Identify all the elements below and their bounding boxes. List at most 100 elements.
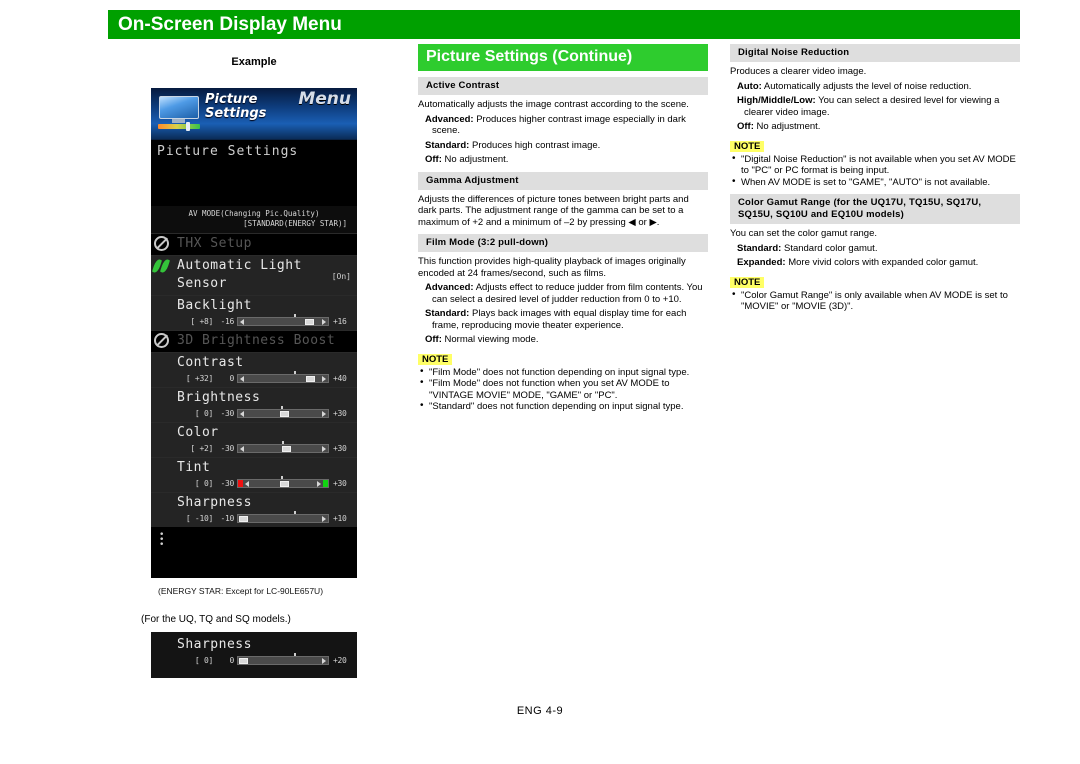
osd-small-row-sharpness[interactable]: Sharpness [ 0] 0 +20 [151,635,357,669]
slider-thumb[interactable] [280,411,290,417]
definition-term: High/Middle/Low: [737,95,816,106]
osd-blank-area [151,166,357,206]
slider-tick [281,406,284,409]
models-note: (For the UQ, TQ and SQ models.) [141,614,291,625]
slider-right-arrow-icon[interactable] [322,516,326,522]
slider-thumb[interactable] [304,319,314,325]
osd-row-label: Automatic Light Sensor [177,258,302,291]
slider-thumb[interactable] [306,376,316,382]
definition-text: No adjustment. [753,121,821,132]
subsection-head-gamma-adjustment: Gamma Adjustment [418,171,708,190]
osd-slider-color[interactable]: [ +2] -30 +30 [155,441,353,455]
slider-track[interactable] [237,406,329,418]
osd-row-label: Sharpness [177,495,252,510]
slider-left-arrow-icon[interactable] [245,481,249,487]
slider-track[interactable] [237,511,329,523]
slider-track[interactable] [237,314,329,326]
osd-avmode-line1: AV MODE(Changing Pic.Quality) [188,209,320,218]
slider-track[interactable] [237,653,329,665]
slider-thumb[interactable] [239,516,248,522]
note-badge: NOTE [418,353,453,365]
osd-row-label: Color [177,425,219,440]
slider-right-arrow-icon[interactable] [322,319,326,325]
middle-column: Picture Settings (Continue) Active Contr… [418,44,708,417]
osd-row-3d-brightness-boost[interactable]: 3D Brightness Boost [151,330,357,352]
osd-slider-backlight[interactable]: [ +8] -16 +16 [155,314,353,328]
osd-small-slider-sharpness[interactable]: [ 0] 0 +20 [155,653,353,667]
no-entry-icon [154,236,169,251]
slider-max: +30 [333,444,347,453]
definition-term: Standard: [425,308,470,319]
definition-term: Auto: [737,80,762,92]
osd-header-title-line1: Picture [205,92,258,107]
note-item: When AV MODE is set to "GAME", "AUTO" is… [730,176,1020,189]
osd-slider-tint[interactable]: [ 0] -30 +30 [155,476,353,490]
slider-track[interactable] [237,441,329,453]
osd-row-contrast[interactable]: Contrast [ +32] 0 +40 [151,352,357,387]
slider-right-arrow-icon[interactable] [322,446,326,452]
definition-item: Off: No adjustment. [418,154,708,166]
definition-item: Standard: Standard color gamut. [730,243,1020,255]
slider-max: +16 [333,317,347,326]
osd-row-brightness[interactable]: Brightness [ 0] -30 +30 [151,387,357,422]
no-entry-icon [154,333,169,348]
slider-left-arrow-icon[interactable] [240,446,244,452]
slider-thumb[interactable] [239,658,248,664]
tv-screen-shape [159,96,199,119]
note-badge: NOTE [730,276,765,288]
osd-row-label: Sharpness [177,637,252,652]
slider-thumb[interactable] [282,446,292,452]
osd-row-color[interactable]: Color [ +2] -30 +30 [151,422,357,457]
definition-text: Produces high contrast image. [469,139,601,151]
osd-row-sharpness[interactable]: Sharpness [ -10] -10 +10 [151,492,357,527]
osd-slider-contrast[interactable]: [ +32] 0 +40 [155,371,353,385]
osd-header-title-line2: Settings [205,106,267,121]
slider-tick [282,441,285,444]
note-badge: NOTE [730,140,765,152]
definition-item: Advanced: Produces higher contrast image… [418,114,708,137]
paragraph: Produces a clearer video image. [730,66,867,77]
slider-max: +20 [333,656,347,665]
slider-right-arrow-icon[interactable] [317,481,321,487]
osd-slider-sharpness[interactable]: [ -10] -10 +10 [155,511,353,525]
osd-row-tint[interactable]: Tint [ 0] -30 +30 [151,457,357,492]
slider-right-arrow-icon[interactable] [322,658,326,664]
slider-max: +10 [333,514,347,523]
definition-term: Standard: [737,242,782,254]
slider-tick [293,653,296,656]
osd-row-backlight[interactable]: Backlight [ +8] -16 +16 [151,295,357,330]
tint-red-endcap [238,480,243,487]
osd-menu-word: Menu [298,89,351,109]
slider-left-arrow-icon[interactable] [240,319,244,325]
osd-more-items-indicator: • • • [151,527,357,567]
slider-value: [ +2] [190,444,213,453]
definition-text: No adjustment. [441,154,509,165]
definition-term: Advanced: [425,282,474,293]
energy-star-note: (ENERGY STAR: Except for LC-90LE657U) [158,586,368,596]
slider-track[interactable] [237,371,329,383]
osd-row-thx-setup[interactable]: THX Setup [151,233,357,255]
slider-left-arrow-icon[interactable] [240,376,244,382]
osd-row-automatic-light-sensor[interactable]: Automatic Light Sensor [On] [151,255,357,295]
slider-right-arrow-icon[interactable] [322,376,326,382]
note-item: "Color Gamut Range" is only available wh… [730,289,1020,313]
energy-star-note-text: (ENERGY STAR: Except for LC-90LE657U) [158,586,324,596]
example-column: Example Picture Settings Menu Picture Se… [140,56,410,678]
page-footer: ENG 4-9 [0,705,1080,717]
slider-track[interactable] [237,476,329,488]
page-number: ENG 4-9 [516,705,564,717]
slider-min: 0 [229,374,234,383]
note-item: "Film Mode" does not function when you s… [418,377,708,401]
definition-text: Normal viewing mode. [441,334,539,345]
slider-value: [ +32] [185,374,213,383]
leaf-icon [151,258,171,274]
osd-section-title: Picture Settings [151,140,357,166]
osd-header: Picture Settings Menu [151,88,357,140]
paragraph: You can set the color gamut range. [730,228,877,239]
slider-right-arrow-icon[interactable] [322,411,326,417]
slider-left-arrow-icon[interactable] [240,411,244,417]
slider-tick [293,511,296,514]
osd-row-value: [On] [331,272,351,281]
slider-thumb[interactable] [280,481,290,487]
osd-slider-brightness[interactable]: [ 0] -30 +30 [155,406,353,420]
